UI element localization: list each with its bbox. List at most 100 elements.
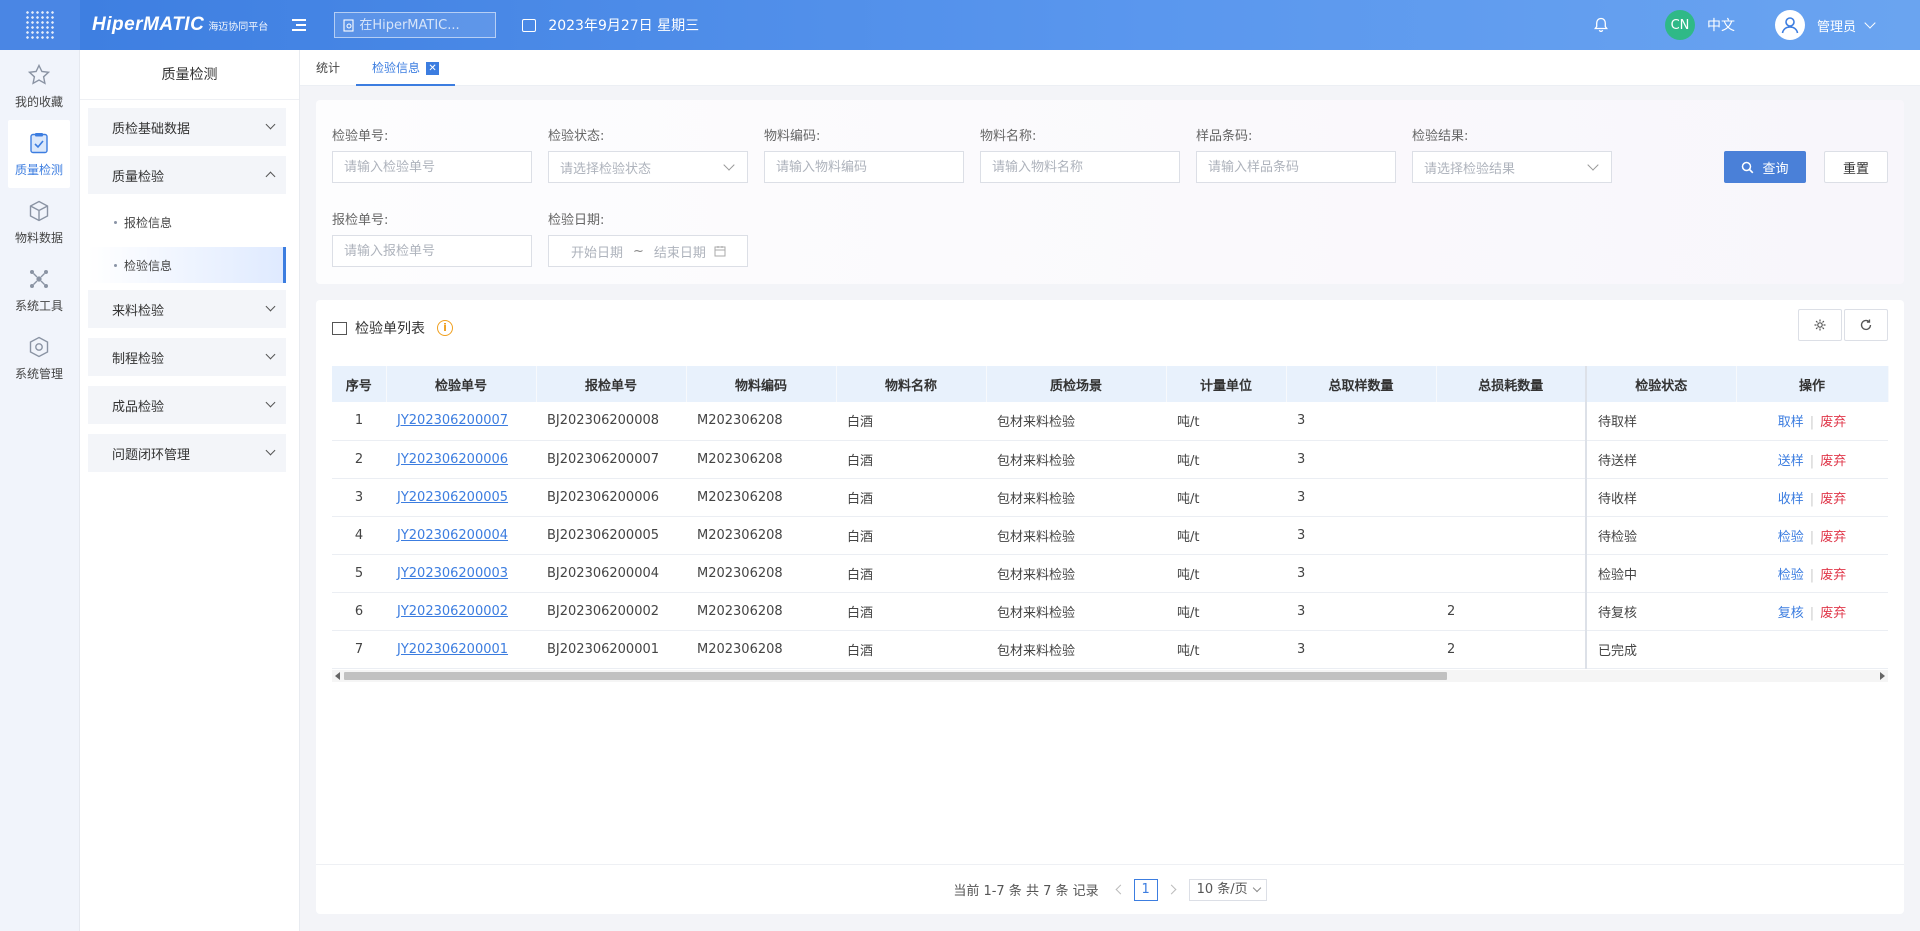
scroll-right-icon[interactable] bbox=[1880, 672, 1885, 680]
scroll-left-icon[interactable] bbox=[335, 672, 340, 680]
sidebar-title: 质量检测 bbox=[80, 50, 299, 100]
column-settings-button[interactable] bbox=[1798, 309, 1842, 341]
inspect-no-link[interactable]: JY202306200004 bbox=[397, 528, 508, 543]
action-review-button[interactable]: 复核 bbox=[1778, 606, 1804, 621]
column-header[interactable]: 报检单号 bbox=[536, 366, 687, 402]
chevron-down-icon[interactable] bbox=[1864, 17, 1876, 29]
column-header[interactable]: 检验单号 bbox=[386, 366, 537, 402]
chevron-down-icon bbox=[265, 349, 276, 360]
action-receive-button[interactable]: 收样 bbox=[1778, 492, 1804, 507]
bell-icon[interactable] bbox=[1593, 17, 1609, 33]
sidebar-group-quality-inspection[interactable]: 质量检验 bbox=[88, 156, 286, 194]
language-badge[interactable]: CN bbox=[1664, 10, 1695, 40]
column-header[interactable]: 操作 bbox=[1736, 366, 1889, 402]
tab-statistics[interactable]: 统计 bbox=[316, 50, 340, 86]
close-icon[interactable]: ✕ bbox=[426, 62, 440, 75]
cell-index: 7 bbox=[332, 630, 386, 669]
sidebar-item-inspection-info[interactable]: 检验信息 bbox=[88, 247, 286, 283]
prev-page-icon[interactable] bbox=[1115, 884, 1126, 895]
page-size-select[interactable]: 10 条/页 bbox=[1188, 878, 1267, 901]
cell-material-code: M202306208 bbox=[686, 440, 836, 479]
action-discard-button[interactable]: 废弃 bbox=[1820, 606, 1846, 621]
cell-report-no: BJ202306200004 bbox=[536, 554, 686, 593]
query-button[interactable]: 查询 bbox=[1724, 151, 1806, 183]
column-header[interactable]: 物料名称 bbox=[836, 366, 987, 402]
sidebar-group-process[interactable]: 制程检验 bbox=[88, 338, 286, 376]
cell-actions: 检验 | 废弃 bbox=[1736, 516, 1888, 555]
next-page-icon[interactable] bbox=[1166, 884, 1177, 895]
inspect-no-link[interactable]: JY202306200007 bbox=[397, 413, 508, 428]
app-grid-icon[interactable] bbox=[0, 0, 80, 50]
action-discard-button[interactable]: 废弃 bbox=[1820, 492, 1846, 507]
action-discard-button[interactable]: 废弃 bbox=[1820, 454, 1846, 469]
menu-toggle-icon[interactable] bbox=[290, 16, 308, 34]
action-inspect-button[interactable]: 检验 bbox=[1778, 530, 1804, 545]
user-name[interactable]: 管理员 bbox=[1817, 16, 1856, 35]
sidebar-item-report-info[interactable]: 报检信息 bbox=[88, 204, 286, 240]
inspect-status-select[interactable]: 请选择检验状态 bbox=[548, 151, 748, 183]
reset-button[interactable]: 重置 bbox=[1824, 151, 1888, 183]
top-bar: HiperMATIC 海迈协同平台 2023年9月27日 星期三 CN 中文 管… bbox=[0, 0, 1920, 50]
language-label[interactable]: 中文 bbox=[1707, 15, 1735, 35]
column-header[interactable]: 物料编码 bbox=[686, 366, 837, 402]
action-discard-button[interactable]: 废弃 bbox=[1820, 530, 1846, 545]
table-row: 4 JY202306200004 BJ202306200005 M2023062… bbox=[332, 516, 1888, 555]
inspect-result-select[interactable]: 请选择检验结果 bbox=[1412, 151, 1612, 183]
inspect-no-link[interactable]: JY202306200002 bbox=[397, 604, 508, 619]
action-discard-button[interactable]: 废弃 bbox=[1820, 568, 1846, 583]
column-header[interactable]: 计量单位 bbox=[1166, 366, 1287, 402]
column-header[interactable]: 总取样数量 bbox=[1286, 366, 1437, 402]
cell-actions: 复核 | 废弃 bbox=[1736, 592, 1888, 631]
settings-cube-icon bbox=[29, 336, 49, 357]
global-search-input[interactable] bbox=[359, 17, 490, 33]
material-name-input[interactable] bbox=[980, 151, 1180, 183]
gear-icon bbox=[1814, 319, 1826, 331]
column-header[interactable]: 检验状态 bbox=[1585, 366, 1737, 402]
inspect-no-link[interactable]: JY202306200005 bbox=[397, 490, 508, 505]
cell-material-name: 白酒 bbox=[836, 402, 986, 441]
inspect-date-label: 检验日期: bbox=[548, 213, 605, 228]
date-start[interactable]: 开始日期 bbox=[571, 242, 623, 261]
cell-unit: 吨/t bbox=[1166, 630, 1286, 669]
action-inspect-button[interactable]: 检验 bbox=[1778, 568, 1804, 583]
date-end[interactable]: 结束日期 bbox=[654, 242, 706, 261]
horizontal-scrollbar[interactable] bbox=[332, 670, 1888, 682]
list-title-text: 检验单列表 bbox=[355, 321, 425, 337]
cell-scene: 包材来料检验 bbox=[986, 478, 1166, 517]
sidebar-group-incoming[interactable]: 来料检验 bbox=[88, 290, 286, 328]
rail-item-favorites[interactable]: 我的收藏 bbox=[8, 52, 70, 120]
tab-inspection-info[interactable]: 检验信息 ✕ bbox=[356, 50, 456, 86]
sidebar-item-label: 检验信息 bbox=[124, 258, 173, 273]
sidebar-group-basic-data[interactable]: 质检基础数据 bbox=[88, 108, 286, 146]
inspect-no-link[interactable]: JY202306200003 bbox=[397, 566, 508, 581]
sidebar-group-finished[interactable]: 成品检验 bbox=[88, 386, 286, 424]
rail-item-material[interactable]: 物料数据 bbox=[8, 188, 70, 256]
action-discard-button[interactable]: 废弃 bbox=[1820, 415, 1846, 430]
rail-item-quality[interactable]: 质量检测 bbox=[8, 120, 70, 188]
inspect-no-link[interactable]: JY202306200006 bbox=[397, 452, 508, 467]
column-header[interactable]: 质检场景 bbox=[986, 366, 1167, 402]
global-search[interactable] bbox=[334, 12, 497, 38]
material-code-input[interactable] bbox=[764, 151, 964, 183]
inspect-date-range[interactable]: 开始日期 ~ 结束日期 bbox=[548, 235, 748, 267]
rail-item-system[interactable]: 系统管理 bbox=[8, 324, 70, 392]
report-no-input[interactable] bbox=[332, 235, 532, 267]
page-number[interactable]: 1 bbox=[1133, 878, 1158, 901]
sidebar-group-issue-loop[interactable]: 问题闭环管理 bbox=[88, 434, 286, 472]
info-icon[interactable]: i bbox=[437, 320, 453, 336]
refresh-button[interactable] bbox=[1844, 309, 1888, 341]
sample-barcode-input[interactable] bbox=[1196, 151, 1396, 183]
action-send-button[interactable]: 送样 bbox=[1778, 454, 1804, 469]
cell-actions: 检验 | 废弃 bbox=[1736, 554, 1888, 593]
column-header[interactable]: 序号 bbox=[332, 366, 387, 402]
cell-material-name: 白酒 bbox=[836, 516, 986, 555]
rail-item-tools[interactable]: 系统工具 bbox=[8, 256, 70, 324]
inspect-no-link[interactable]: JY202306200001 bbox=[397, 642, 508, 657]
scrollbar-thumb[interactable] bbox=[344, 672, 1447, 680]
inspect-no-input[interactable] bbox=[332, 151, 532, 183]
sample-barcode-label: 样品条码: bbox=[1196, 129, 1253, 144]
user-avatar-icon[interactable] bbox=[1774, 10, 1805, 40]
action-sample-button[interactable]: 取样 bbox=[1778, 415, 1804, 430]
cell-sample-qty: 3 bbox=[1286, 402, 1436, 441]
column-header[interactable]: 总损耗数量 bbox=[1436, 366, 1587, 402]
